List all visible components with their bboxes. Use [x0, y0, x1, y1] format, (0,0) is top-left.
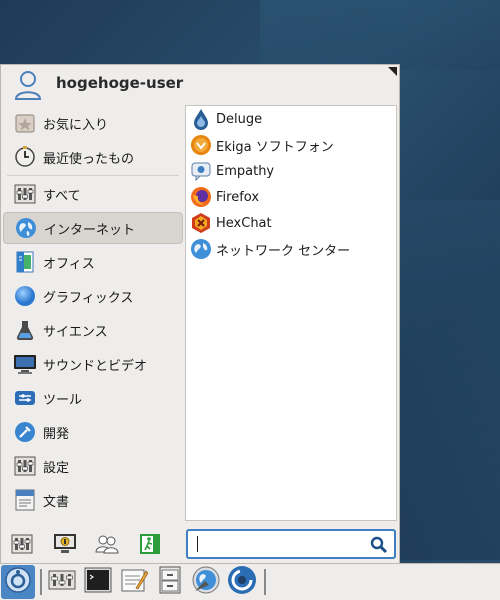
text-editor-icon [120, 567, 149, 597]
terminal-launcher[interactable] [81, 565, 115, 599]
desktop-wallpaper-shape [400, 200, 500, 560]
category-sound-video[interactable]: サウンドとビデオ [3, 348, 183, 380]
file-manager-launcher[interactable] [153, 565, 187, 599]
category-all[interactable]: すべて [3, 178, 183, 210]
category-list: お気に入り 最近使ったもの すべて インターネット オフィス グラフィックス サ… [3, 107, 183, 518]
app-ekiga[interactable]: Ekiga ソフトフォン [186, 132, 396, 158]
application-list: Deluge Ekiga ソフトフォン Empathy Firefox HexC… [185, 105, 397, 521]
graphics-icon [13, 284, 37, 308]
app-label: ネットワーク センター [216, 243, 351, 259]
app-empathy[interactable]: Empathy [186, 158, 396, 184]
empathy-icon [190, 160, 212, 182]
app-label: Firefox [216, 189, 260, 205]
app-network-center[interactable]: ネットワーク センター [186, 236, 396, 262]
category-documents[interactable]: 文書 [3, 484, 183, 516]
documents-icon [13, 488, 37, 512]
user-name: hogehoge-user [56, 74, 184, 92]
update-manager-launcher[interactable] [225, 565, 259, 599]
category-label: インターネット [44, 222, 136, 238]
update-manager-icon [227, 565, 257, 599]
science-icon [13, 318, 37, 342]
app-deluge[interactable]: Deluge [186, 106, 396, 132]
category-science[interactable]: サイエンス [3, 314, 183, 346]
web-browser-icon [191, 565, 221, 599]
category-label: ツール [43, 392, 83, 408]
user-avatar-icon[interactable] [13, 69, 43, 100]
category-tools[interactable]: ツール [3, 382, 183, 414]
internet-icon [14, 216, 38, 240]
category-settings[interactable]: 設定 [3, 450, 183, 482]
file-manager-icon [158, 566, 182, 598]
favorites-icon [13, 111, 37, 135]
app-label: Empathy [216, 163, 275, 179]
hexchat-icon [190, 212, 212, 234]
user-header: hogehoge-user [1, 65, 399, 105]
all-apps-icon [13, 182, 37, 206]
settings-manager-icon[interactable] [9, 531, 36, 557]
ekiga-icon [190, 134, 212, 156]
category-label: お気に入り [43, 117, 109, 133]
category-label: サウンドとビデオ [43, 358, 148, 374]
search-field[interactable] [186, 529, 396, 559]
development-icon [13, 420, 37, 444]
lock-screen-icon[interactable] [52, 531, 79, 557]
category-separator [7, 175, 179, 176]
firefox-icon [190, 186, 212, 208]
category-graphics[interactable]: グラフィックス [3, 280, 183, 312]
category-label: オフィス [43, 256, 95, 272]
session-actions [9, 531, 179, 559]
text-cursor [197, 536, 198, 552]
app-firefox[interactable]: Firefox [186, 184, 396, 210]
taskbar-separator [40, 569, 42, 595]
app-hexchat[interactable]: HexChat [186, 210, 396, 236]
category-office[interactable]: オフィス [3, 246, 183, 278]
switch-user-icon[interactable] [94, 531, 121, 557]
category-label: 開発 [43, 426, 70, 442]
recent-icon [13, 145, 37, 169]
settings-manager-launcher[interactable] [45, 565, 79, 599]
start-menu-button[interactable] [1, 565, 35, 599]
category-label: すべて [43, 188, 81, 204]
terminal-icon [84, 567, 112, 597]
category-favorites[interactable]: お気に入り [3, 107, 183, 139]
settings-icon [13, 454, 37, 478]
category-internet[interactable]: インターネット [3, 212, 183, 244]
search-icon[interactable] [370, 536, 388, 558]
app-label: HexChat [216, 215, 272, 231]
category-label: サイエンス [43, 324, 108, 340]
taskbar-separator [264, 569, 266, 595]
office-icon [13, 250, 37, 274]
network-center-icon [190, 238, 212, 260]
category-label: 最近使ったもの [43, 151, 135, 167]
logout-icon[interactable] [137, 531, 164, 557]
settings-manager-icon [48, 568, 76, 596]
app-label: Ekiga ソフトフォン [216, 139, 334, 155]
tools-icon [13, 386, 37, 410]
text-editor-launcher[interactable] [117, 565, 151, 599]
application-menu: hogehoge-user お気に入り 最近使ったもの すべて インターネット … [0, 64, 400, 564]
category-development[interactable]: 開発 [3, 416, 183, 448]
desktop-wallpaper-shape [260, 0, 500, 70]
category-label: グラフィックス [43, 290, 134, 306]
category-label: 設定 [43, 460, 70, 476]
taskbar [0, 563, 500, 600]
category-recent[interactable]: 最近使ったもの [3, 141, 183, 173]
sound-video-icon [13, 352, 37, 376]
app-label: Deluge [216, 111, 263, 127]
deluge-icon [190, 108, 212, 130]
search-input[interactable] [192, 533, 366, 557]
category-label: 文書 [43, 494, 70, 510]
web-browser-launcher[interactable] [189, 565, 223, 599]
start-menu-icon [4, 566, 32, 598]
